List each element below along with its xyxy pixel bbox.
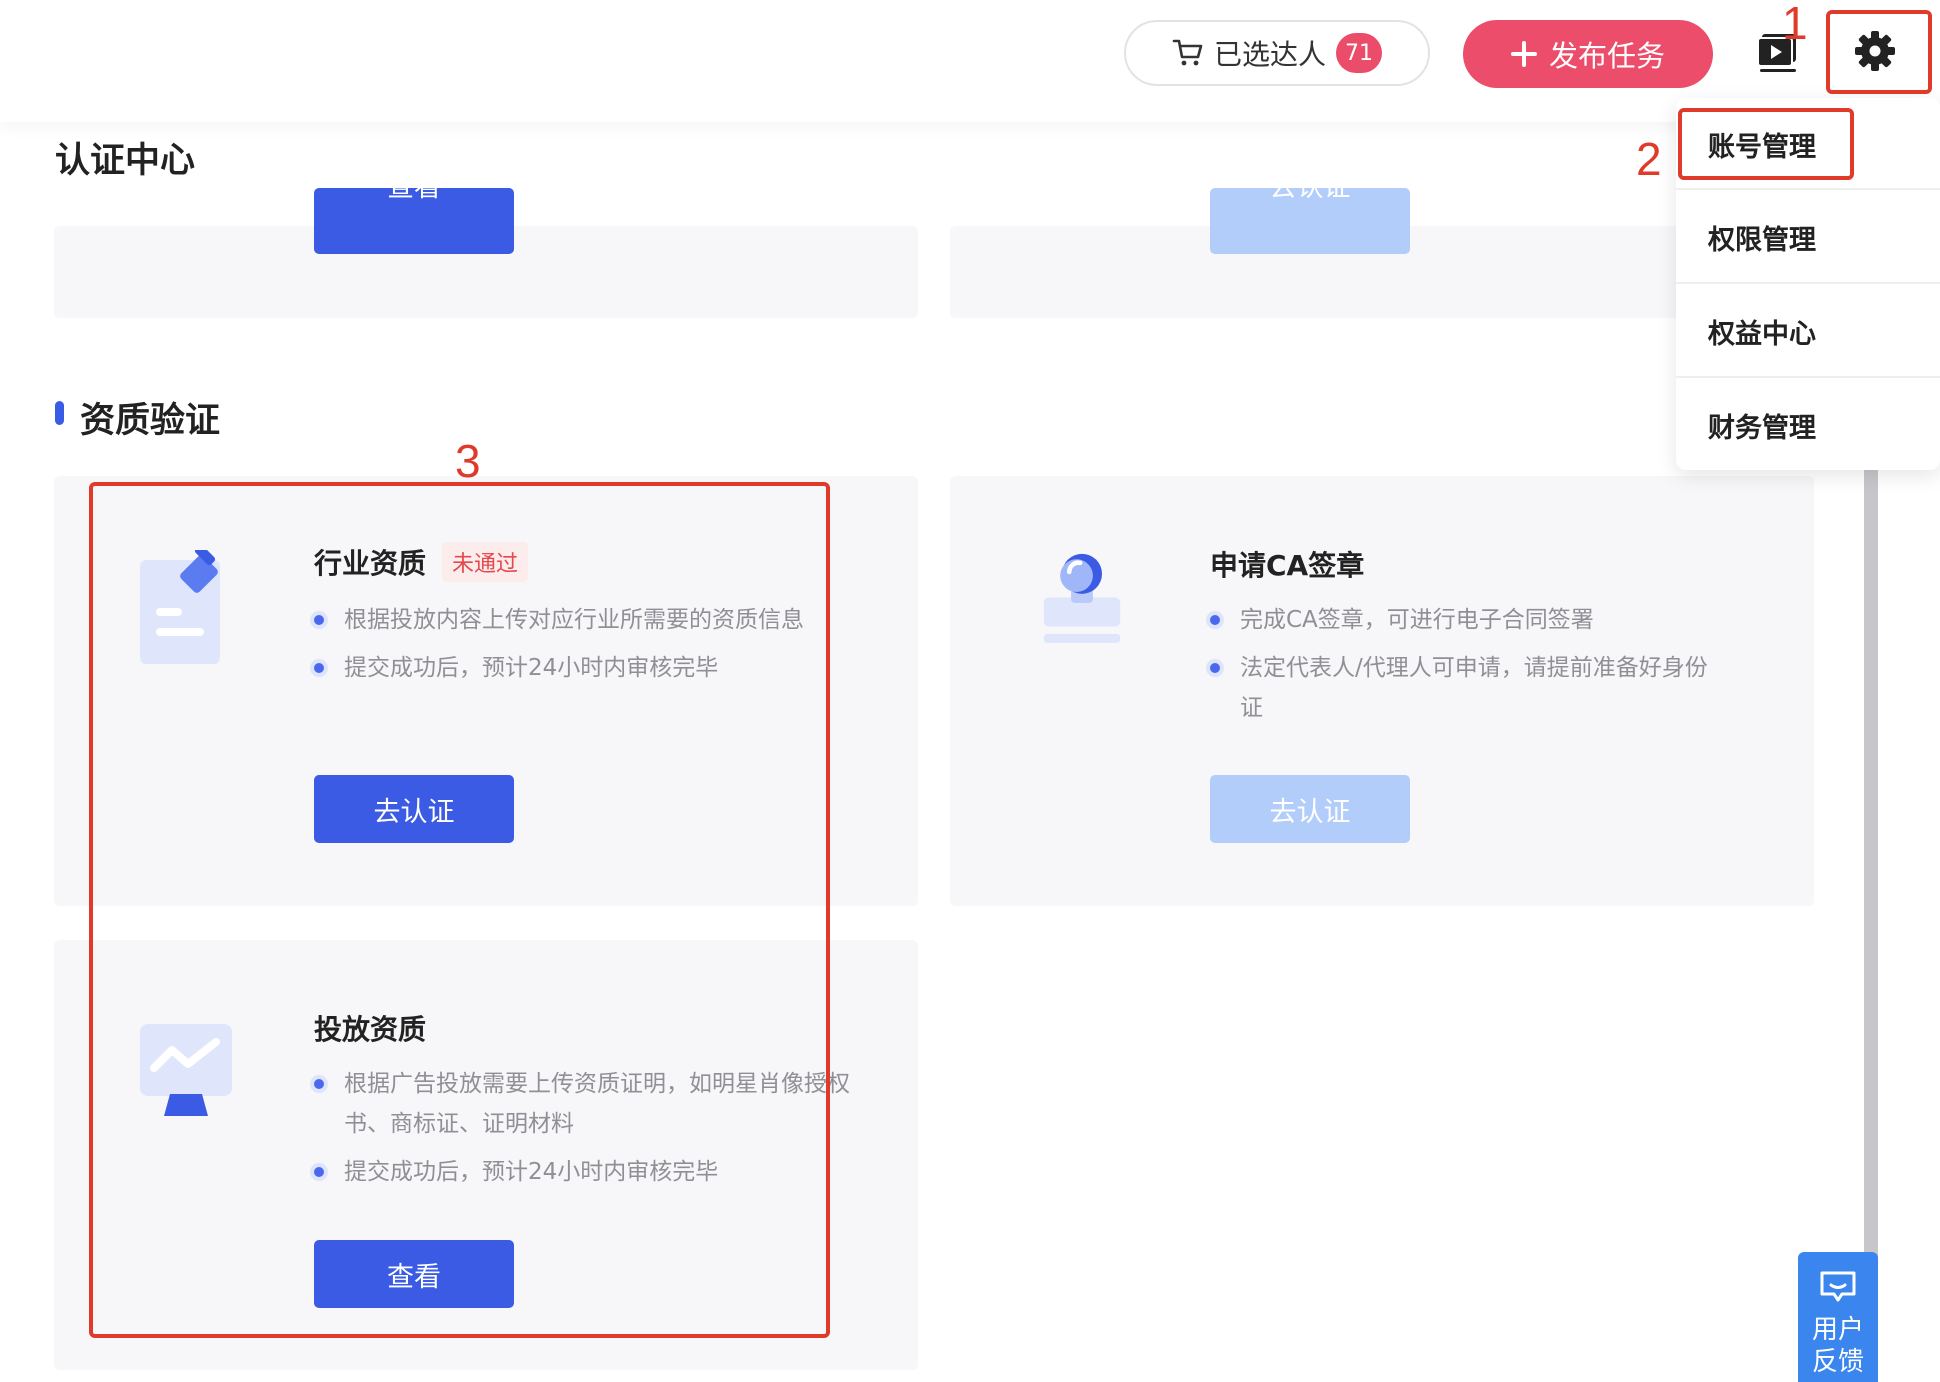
menu-item-benefits-center[interactable]: 权益中心 (1708, 312, 1816, 351)
annotation-number-3: 3 (455, 435, 481, 487)
page-title: 认证中心 (55, 141, 196, 181)
menu-divider (1676, 282, 1940, 284)
user-feedback-label: 用户反馈 (1811, 1315, 1864, 1377)
section-title: 资质验证 (80, 401, 221, 441)
section-accent-bar (55, 401, 64, 425)
card-bullet: 完成CA签章，可进行电子合同签署 (1210, 600, 1770, 640)
annotation-box-account-management (1678, 108, 1854, 180)
menu-divider (1676, 376, 1940, 378)
annotation-box-settings (1826, 10, 1932, 94)
publish-task-button[interactable]: 发布任务 (1463, 20, 1713, 88)
plus-icon (1510, 41, 1537, 67)
menu-item-permission-management[interactable]: 权限管理 (1708, 218, 1816, 257)
annotation-number-2: 2 (1636, 133, 1662, 185)
cart-icon (1172, 39, 1203, 66)
ca-verify-button[interactable]: 去认证 (1210, 775, 1410, 843)
scrollbar-track[interactable] (1864, 470, 1878, 1260)
card-bullet: 法定代表人/代理人可申请，请提前准备好身份证 (1210, 648, 1730, 728)
card-title-ca-signature: 申请CA签章 (1210, 549, 1365, 582)
annotation-number-1: 1 (1782, 0, 1808, 49)
user-feedback-button[interactable]: 用户反馈 (1798, 1252, 1878, 1382)
selected-count-badge: 71 (1336, 33, 1382, 73)
menu-item-finance-management[interactable]: 财务管理 (1708, 406, 1816, 445)
stamp-icon (1043, 553, 1121, 643)
ca-signature-card: 申请CA签章 完成CA签章，可进行电子合同签署 法定代表人/代理人可申请，请提前… (950, 476, 1814, 906)
top-card-verify-button[interactable]: 去认证 (1210, 188, 1410, 254)
publish-task-label: 发布任务 (1548, 39, 1665, 73)
top-card-view-button[interactable]: 查看 (314, 188, 514, 254)
selected-creators-button[interactable]: 已选达人 71 (1124, 20, 1430, 86)
feedback-icon (1820, 1271, 1856, 1302)
annotation-box-qualification-cards (89, 482, 830, 1338)
menu-divider (1676, 188, 1940, 190)
selected-creators-label: 已选达人 (1213, 38, 1326, 71)
